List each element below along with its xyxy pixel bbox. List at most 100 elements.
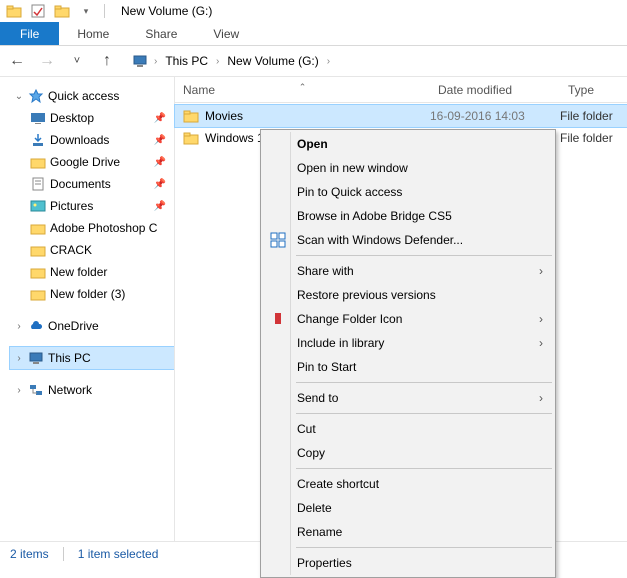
menu-share-with[interactable]: Share with› [263,259,553,283]
menu-change-folder-icon[interactable]: Change Folder Icon › [263,307,553,331]
nav-back-icon[interactable]: ← [8,52,26,70]
window-title: New Volume (G:) [121,4,212,18]
star-icon [28,88,44,104]
pc-icon [132,53,148,69]
caret-right-icon[interactable]: › [14,321,24,332]
sidebar-item-documents[interactable]: Documents 📌 [10,173,174,195]
sidebar-item-label: Network [48,383,174,397]
sidebar-quick-access[interactable]: ⌄ Quick access [10,85,174,107]
properties-qat-icon[interactable] [30,3,46,19]
sidebar-item-ps[interactable]: Adobe Photoshop C [10,217,174,239]
menu-separator [296,255,552,256]
defender-icon [269,231,287,249]
folder-icon [30,264,46,280]
status-separator [63,547,64,561]
nav-recent-icon[interactable]: ˅ [68,55,86,67]
menu-label: Open [297,137,328,151]
sidebar-item-downloads[interactable]: Downloads📌 [10,129,174,151]
file-type: File folder [560,109,627,123]
nav-forward-icon[interactable]: → [38,52,56,70]
sidebar-item-gdrive[interactable]: Google Drive📌 [10,151,174,173]
bookmark-icon [269,310,287,328]
menu-scan-defender[interactable]: Scan with Windows Defender... [263,228,553,252]
pin-icon: 📌 [154,157,174,168]
menu-browse-bridge[interactable]: Browse in Adobe Bridge CS5 [263,204,553,228]
ribbon: File Home Share View [0,22,627,46]
menu-delete[interactable]: Delete [263,496,553,520]
address-bar[interactable]: › This PC › New Volume (G:) › [128,50,619,73]
sidebar-item-label: Adobe Photoshop C [50,221,174,235]
sidebar-item-label: Quick access [48,89,174,103]
column-headers: Name ⌃ Date modified Type [175,77,627,103]
chevron-right-icon[interactable]: › [150,56,161,67]
menu-include-library[interactable]: Include in library› [263,331,553,355]
menu-separator [296,413,552,414]
sidebar-item-label: This PC [48,351,174,365]
file-row[interactable]: Movies 16-09-2016 14:03 File folder [175,105,627,127]
sidebar-item-label: New folder (3) [50,287,174,301]
menu-rename[interactable]: Rename [263,520,553,544]
pin-icon: 📌 [154,179,174,190]
status-count: 2 items [10,547,49,561]
menu-properties[interactable]: Properties [263,551,553,575]
chevron-right-icon[interactable]: › [323,56,334,67]
sidebar-item-newfolder3[interactable]: New folder (3) [10,283,174,305]
menu-open[interactable]: Open [263,132,553,156]
navbar: ← → ˅ ↑ › This PC › New Volume (G:) › [0,46,627,77]
menu-send-to[interactable]: Send to › [263,386,553,410]
column-type[interactable]: Type [560,83,627,97]
pictures-icon [30,198,46,214]
caret-right-icon[interactable]: › [14,353,24,364]
menu-label: Share with [297,264,354,278]
folder-icon [6,3,22,19]
sidebar-onedrive[interactable]: › OneDrive [10,315,174,337]
pin-icon: 📌 [154,201,174,212]
pin-icon: 📌 [154,113,174,124]
pin-icon: 📌 [154,135,174,146]
column-name[interactable]: Name ⌃ [175,83,430,97]
tab-file[interactable]: File [0,22,59,45]
qat-dropdown-icon[interactable]: ▾ [78,3,94,19]
menu-label: Scan with Windows Defender... [297,233,463,247]
tab-view[interactable]: View [195,22,257,45]
sidebar-item-pictures[interactable]: Pictures📌 [10,195,174,217]
menu-create-shortcut[interactable]: Create shortcut [263,472,553,496]
menu-label: Send to [297,391,338,405]
folder-icon [30,286,46,302]
sidebar-item-label: Documents [50,177,150,191]
tab-share[interactable]: Share [127,22,195,45]
crumb-thispc[interactable]: This PC [163,54,210,68]
documents-icon [30,176,46,192]
sidebar-network[interactable]: › Network [10,379,174,401]
menu-open-new-window[interactable]: Open in new window [263,156,553,180]
sidebar-item-newfolder[interactable]: New folder [10,261,174,283]
submenu-arrow-icon: › [539,391,543,405]
menu-cut[interactable]: Cut [263,417,553,441]
menu-label: Include in library [297,336,384,350]
nav-up-icon[interactable]: ↑ [98,52,116,70]
menu-label: Change Folder Icon [297,312,402,326]
column-date[interactable]: Date modified [430,83,560,97]
file-name: Movies [205,109,243,123]
caret-down-icon[interactable]: ⌄ [14,91,24,102]
menu-pin-quick-access[interactable]: Pin to Quick access [263,180,553,204]
sort-asc-icon: ⌃ [299,82,307,93]
menu-copy[interactable]: Copy [263,441,553,465]
caret-right-icon[interactable]: › [14,385,24,396]
sidebar-thispc[interactable]: › This PC [10,347,174,369]
menu-restore-versions[interactable]: Restore previous versions [263,283,553,307]
tab-home[interactable]: Home [59,22,127,45]
crumb-volume[interactable]: New Volume (G:) [225,54,320,68]
newfolder-qat-icon[interactable] [54,3,70,19]
sidebar-item-desktop[interactable]: Desktop 📌 [10,107,174,129]
pc-icon [28,350,44,366]
menu-pin-start[interactable]: Pin to Start [263,355,553,379]
submenu-arrow-icon: › [539,312,543,326]
folder-icon [30,154,46,170]
sidebar-item-label: Desktop [50,111,150,125]
chevron-right-icon[interactable]: › [212,56,223,67]
sidebar-item-crack[interactable]: CRACK [10,239,174,261]
status-selected: 1 item selected [78,547,159,561]
menu-separator [296,468,552,469]
sidebar-item-label: New folder [50,265,174,279]
